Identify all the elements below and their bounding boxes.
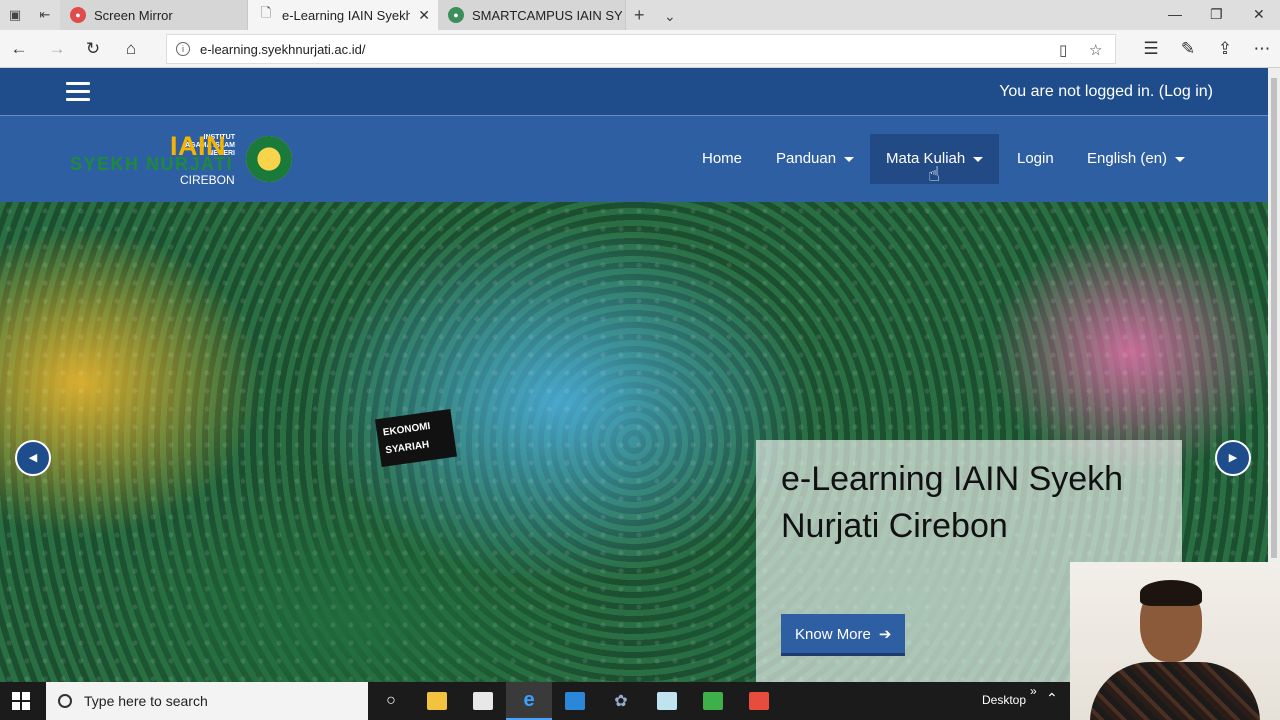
- mail-icon[interactable]: [552, 682, 598, 720]
- address-bar[interactable]: i e-learning.syekhnurjati.ac.id/ ▯ ☆: [166, 34, 1116, 64]
- caret-down-icon: [973, 156, 984, 162]
- favorite-star-icon[interactable]: ☆: [1089, 41, 1102, 59]
- browser-tab-strip: ▣ ⇤ ● Screen Mirror 🗋 e-Learning IAIN Sy…: [0, 0, 1280, 30]
- carousel-prev-icon[interactable]: ◀: [15, 440, 51, 476]
- set-aside-tabs-icon[interactable]: ⇤: [36, 6, 54, 24]
- site-logo[interactable]: INSTITUT AGAMA ISLAM NEGERI IAIN SYEKH N…: [70, 131, 300, 188]
- scrollbar-thumb[interactable]: [1271, 78, 1277, 558]
- tab-actions-icon[interactable]: ▣: [6, 6, 24, 24]
- cortana-icon[interactable]: ○: [368, 682, 414, 720]
- camtasia-green-icon[interactable]: [690, 682, 736, 720]
- site-navbar: INSTITUT AGAMA ISLAM NEGERI IAIN SYEKH N…: [0, 116, 1268, 202]
- reading-view-icon[interactable]: ▯: [1059, 41, 1067, 59]
- favorites-list-icon[interactable]: ☰: [1141, 39, 1161, 59]
- back-icon[interactable]: ←: [9, 39, 29, 59]
- know-more-button[interactable]: Know More ➔: [781, 614, 906, 656]
- carousel-next-icon[interactable]: ▶: [1215, 440, 1251, 476]
- tab-list-chevron-icon[interactable]: ⌄: [664, 8, 676, 25]
- screen-mirror-favicon-icon: ●: [70, 7, 86, 23]
- menu-panduan[interactable]: Panduan: [760, 134, 870, 184]
- store-icon[interactable]: [460, 682, 506, 720]
- menu-home[interactable]: Home: [686, 134, 758, 184]
- desktop-toolbar-label[interactable]: Desktop: [982, 693, 1026, 707]
- notes-icon[interactable]: [644, 682, 690, 720]
- tab-elearning[interactable]: 🗋 e-Learning IAIN Syekh N ✕: [248, 0, 438, 30]
- minimize-icon[interactable]: —: [1168, 6, 1182, 22]
- page-favicon-icon: 🗋: [260, 5, 272, 20]
- smartcampus-favicon-icon: ●: [448, 7, 464, 23]
- browser-toolbar: ← → ↻ ⌂ i e-learning.syekhnurjati.ac.id/…: [0, 30, 1280, 68]
- login-status-text: You are not logged in.: [999, 83, 1155, 100]
- refresh-icon[interactable]: ↻: [83, 39, 103, 59]
- search-placeholder: Type here to search: [84, 693, 208, 709]
- paint-icon[interactable]: ✿: [598, 682, 644, 720]
- tab-label: e-Learning IAIN Syekh N: [282, 7, 410, 23]
- tab-label: Screen Mirror: [94, 7, 173, 23]
- windows-start-icon[interactable]: [12, 692, 30, 710]
- logo-city-text: CIREBON: [180, 173, 235, 187]
- tab-smartcampus[interactable]: ● SMARTCAMPUS IAIN SYEKH: [438, 0, 626, 30]
- menu-language[interactable]: English (en): [1071, 134, 1201, 184]
- forward-icon[interactable]: →: [47, 39, 67, 59]
- know-more-label: Know More: [795, 626, 871, 643]
- show-hidden-icons-icon[interactable]: ⌃: [1046, 690, 1058, 707]
- login-link[interactable]: (Log in): [1159, 83, 1213, 100]
- file-explorer-icon[interactable]: [414, 682, 460, 720]
- restore-icon[interactable]: ❐: [1210, 6, 1223, 23]
- edge-browser-icon[interactable]: e: [506, 682, 552, 720]
- close-window-icon[interactable]: ✕: [1253, 6, 1265, 23]
- home-icon[interactable]: ⌂: [121, 39, 141, 59]
- caret-down-icon: [844, 156, 855, 162]
- share-icon[interactable]: ⇪: [1215, 39, 1235, 59]
- mouse-cursor-icon: ☝: [928, 164, 941, 186]
- tab-screen-mirror[interactable]: ● Screen Mirror: [60, 0, 248, 30]
- site-info-icon[interactable]: i: [176, 42, 190, 56]
- new-tab-icon[interactable]: +: [634, 5, 645, 26]
- toolbar-expand-icon[interactable]: »: [1030, 684, 1037, 698]
- caret-down-icon: [1175, 156, 1186, 162]
- hamburger-menu-icon[interactable]: [66, 82, 90, 102]
- menu-login[interactable]: Login: [1001, 134, 1070, 184]
- login-info: You are not logged in. (Log in): [999, 83, 1213, 101]
- search-icon: [58, 694, 72, 708]
- iain-emblem-icon: [246, 136, 292, 182]
- tab-label: SMARTCAMPUS IAIN SYEKH: [472, 7, 622, 23]
- presenter-hair: [1140, 580, 1202, 606]
- more-icon[interactable]: ⋯: [1252, 39, 1272, 59]
- hero-title: e-Learning IAIN Syekh Nurjati Cirebon: [781, 460, 1124, 545]
- camtasia-red-icon[interactable]: [736, 682, 782, 720]
- presenter-shirt: [1090, 662, 1260, 720]
- pen-icon[interactable]: ✎: [1178, 39, 1198, 59]
- logo-syekh-text: SYEKH NURJATI: [70, 154, 234, 174]
- arrow-right-icon: ➔: [878, 626, 892, 643]
- close-tab-icon[interactable]: ✕: [418, 7, 430, 24]
- site-top-bar: You are not logged in. (Log in): [0, 68, 1268, 116]
- url-text[interactable]: e-learning.syekhnurjati.ac.id/: [200, 42, 365, 57]
- taskbar-search-box[interactable]: Type here to search: [46, 682, 368, 720]
- webcam-overlay: [1070, 562, 1280, 720]
